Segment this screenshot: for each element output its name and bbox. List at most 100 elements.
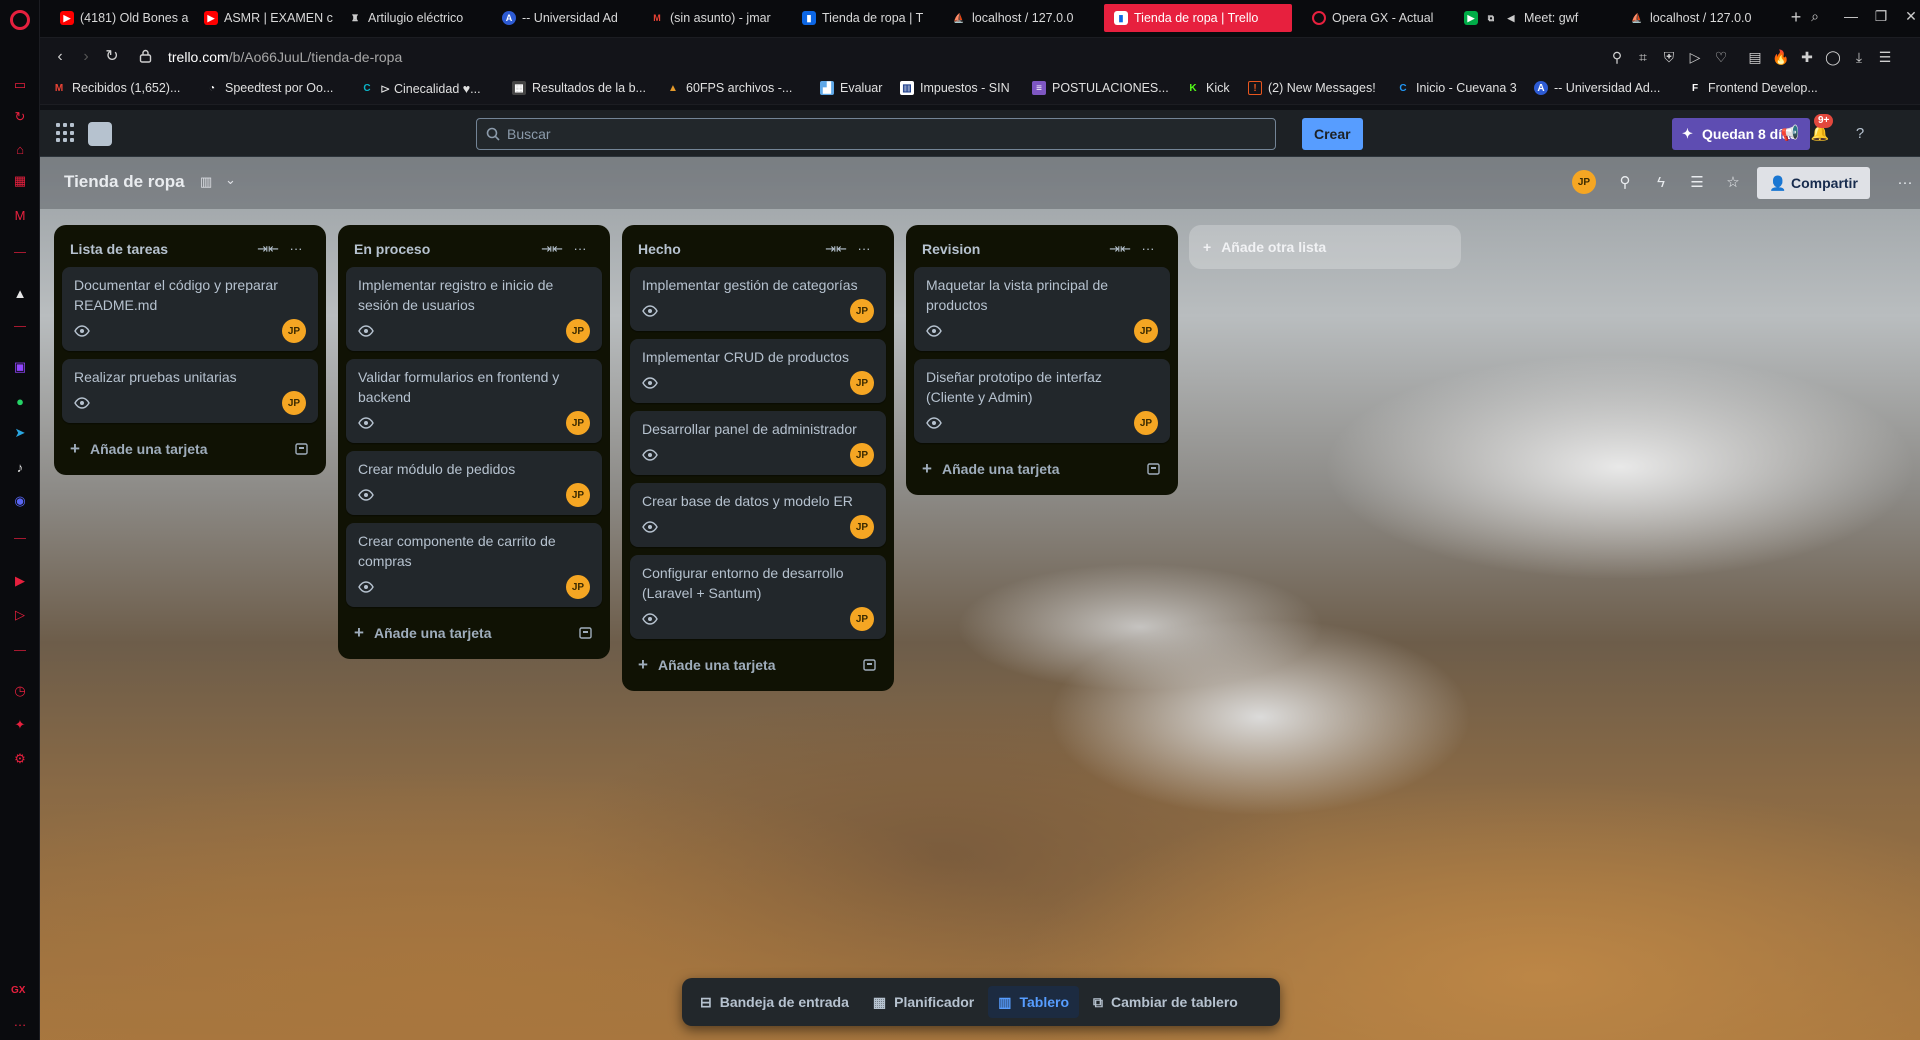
bookmark-item[interactable]: ▥ Impuestos - SIN [900,81,1010,95]
extensions-puzzle-icon[interactable]: ✚ [1798,48,1816,66]
card-member-avatar[interactable]: JP [282,391,306,415]
bookmark-item[interactable]: C ⊳ Cinecalidad ♥... [360,81,480,96]
cleaner-icon[interactable]: ▦ [11,172,29,190]
refresh-icon[interactable]: ↻ [11,108,29,126]
card-member-avatar[interactable]: JP [850,443,874,467]
whatsapp-icon[interactable]: ● [11,392,29,410]
card-member-avatar[interactable]: JP [850,607,874,631]
browser-tab[interactable]: ▶ ASMR | EXAMEN c [194,4,334,32]
board-title[interactable]: Tienda de ropa [64,172,185,192]
add-list-button[interactable]: + Añade otra lista [1189,225,1461,269]
gx-control-icon[interactable]: ▤ [1746,48,1764,66]
card-member-avatar[interactable]: JP [1134,411,1158,435]
search-input[interactable] [507,119,1267,149]
collapse-icon[interactable]: ⇥⇤ [254,235,282,263]
card[interactable]: Implementar CRUD de productos JP [630,339,886,403]
url-field[interactable]: trello.com/b/Ao66JuuL/tienda-de-ropa [168,49,402,65]
card[interactable]: Realizar pruebas unitarias JP [62,359,318,423]
add-card-button[interactable]: + Añade una tarjeta [62,431,318,467]
browser-tab[interactable]: Opera GX - Actual [1302,4,1450,32]
bookmark-item[interactable]: F Frontend Develop... [1688,81,1818,95]
card-template-icon[interactable] [578,625,594,641]
forward-button[interactable]: › [76,47,96,67]
card-member-avatar[interactable]: JP [850,371,874,395]
back-button[interactable]: ‹ [50,47,70,67]
card[interactable]: Crear componente de carrito de compras J… [346,523,602,607]
browser-tab[interactable]: ▶ ⧉ ◀ Meet: gwf [1454,4,1616,32]
card-template-icon[interactable] [862,657,878,673]
history-icon[interactable]: ◷ [11,682,29,700]
bookmark-item[interactable]: ! (2) New Messages! [1248,81,1376,95]
discord-icon[interactable]: ◉ [11,492,29,510]
browser-tab-active[interactable]: ▮ Tienda de ropa | Trello [1104,4,1292,32]
video-popout-icon[interactable]: ▭ [11,76,29,94]
board-menu-icon[interactable]: ··· [1892,170,1918,196]
card-member-avatar[interactable]: JP [566,575,590,599]
card-member-avatar[interactable]: JP [566,319,590,343]
bot-icon[interactable]: ⌂ [11,140,29,158]
reload-button[interactable]: ↻ [102,47,122,67]
browser-tab[interactable]: A -- Universidad Ad [492,4,636,32]
inbox-button[interactable]: ⊟ Bandeja de entrada [690,986,859,1018]
add-card-button[interactable]: + Añade una tarjeta [346,615,602,651]
app-switcher-icon[interactable] [56,123,76,143]
browser-tab[interactable]: ⛵ localhost / 127.0.0 [1620,4,1770,32]
download-icon[interactable]: ⤓ [1850,48,1868,66]
card-member-avatar[interactable]: JP [566,483,590,507]
card-member-avatar[interactable]: JP [850,299,874,323]
card[interactable]: Crear módulo de pedidos JP [346,451,602,515]
card-member-avatar[interactable]: JP [282,319,306,343]
card[interactable]: Desarrollar panel de administrador JP [630,411,886,475]
restore-icon[interactable]: ❐ [1870,8,1892,28]
card-member-avatar[interactable]: JP [566,411,590,435]
bookmark-item[interactable]: M Recibidos (1,652)... [52,81,181,95]
more-icon[interactable]: … [11,1012,29,1030]
share-button[interactable]: 👤 Compartir [1757,167,1870,199]
list-menu-icon[interactable]: ··· [566,235,594,263]
extensions-icon[interactable]: ✦ [11,716,29,734]
card[interactable]: Diseñar prototipo de interfaz (Cliente y… [914,359,1170,443]
card-member-avatar[interactable]: JP [850,515,874,539]
card[interactable]: Implementar registro e inicio de sesión … [346,267,602,351]
switch-board-button[interactable]: ⧉ Cambiar de tablero [1083,986,1248,1018]
tiktok-icon[interactable]: ♪ [11,458,29,476]
filter-icon[interactable]: ☰ [1684,170,1710,196]
aria-icon[interactable]: ▲ [11,284,29,302]
card[interactable]: Implementar gestión de categorías JP [630,267,886,331]
create-button[interactable]: Crear [1302,118,1363,150]
opera-logo-icon[interactable] [10,10,30,30]
list-title[interactable]: Revision [922,241,1106,257]
heart-icon[interactable]: ♡ [1712,48,1730,66]
new-tab-button[interactable]: + [1786,8,1806,28]
card[interactable]: Crear base de datos y modelo ER JP [630,483,886,547]
collapse-icon[interactable]: ⇥⇤ [1106,235,1134,263]
card[interactable]: Configurar entorno de desarrollo (Larave… [630,555,886,639]
chevron-down-icon[interactable]: ⌄ [225,172,236,188]
close-window-icon[interactable]: ✕ [1900,8,1920,28]
bookmark-item[interactable]: ≡ POSTULACIONES... [1032,81,1169,95]
card[interactable]: Maquetar la vista principal de productos… [914,267,1170,351]
trello-logo[interactable] [88,122,112,146]
add-card-button[interactable]: + Añade una tarjeta [630,647,886,683]
bookmark-item[interactable]: K Kick [1186,81,1229,95]
minimize-icon[interactable]: — [1840,8,1862,28]
automation-icon[interactable]: ϟ [1648,170,1674,196]
snapshot-icon[interactable]: ⌗ [1634,48,1652,66]
list-menu-icon[interactable]: ··· [282,235,310,263]
add-card-button[interactable]: + Añade una tarjeta [914,451,1170,487]
list-title[interactable]: En proceso [354,241,538,257]
send-icon[interactable]: ▷ [11,606,29,624]
search-tabs-icon[interactable]: ⌕ [1804,8,1826,28]
twitch-icon[interactable]: ▣ [11,358,29,376]
pin-icon[interactable]: ⚲ [1608,48,1626,66]
bookmark-item[interactable]: ▟ Evaluar [820,81,882,95]
board-button[interactable]: ▥ Tablero [988,986,1080,1018]
browser-tab[interactable]: ▮ Tienda de ropa | T [792,4,938,32]
help-icon[interactable]: ? [1848,122,1872,146]
card[interactable]: Validar formularios en frontend y backen… [346,359,602,443]
shield-icon[interactable]: ⛨ [1660,48,1678,66]
card-member-avatar[interactable]: JP [1134,319,1158,343]
megaphone-icon[interactable]: 📢 [1778,122,1802,146]
profile-icon[interactable]: ◯ [1824,48,1842,66]
search-box[interactable] [476,118,1276,150]
